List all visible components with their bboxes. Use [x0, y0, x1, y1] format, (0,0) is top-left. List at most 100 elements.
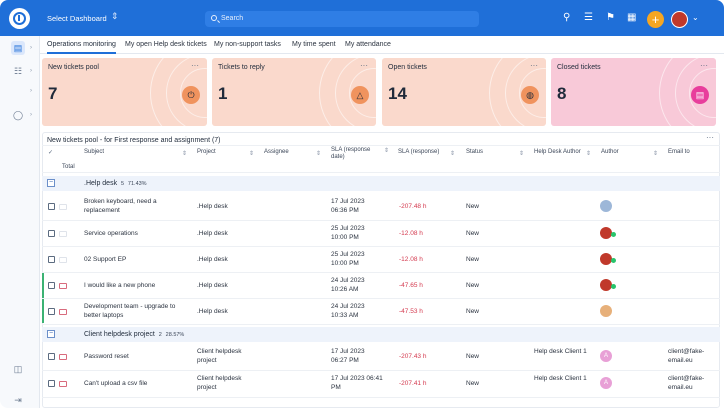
tab-my-time-spent[interactable]: My time spent [292, 41, 336, 48]
author-avatar[interactable] [600, 200, 612, 212]
sort-icon[interactable]: ⇕ [519, 150, 524, 157]
app-logo[interactable] [9, 8, 30, 29]
user-avatar[interactable] [671, 11, 688, 28]
group-row-help-desk[interactable]: − .Help desk 5 71.43% [42, 176, 720, 191]
table-row[interactable]: 02 Support EP .Help desk 25 Jul 2023 10:… [42, 247, 720, 272]
updown-chevron-icon[interactable]: ⇕ [111, 11, 119, 22]
table-row[interactable]: Service operations .Help desk 25 Jul 202… [42, 221, 720, 246]
card-title: Open tickets [388, 64, 427, 71]
cell-help-desk-author[interactable]: Help desk Client 1 [534, 347, 590, 356]
tab-my-non-support-tasks[interactable]: My non-support tasks [214, 41, 281, 48]
column-header-subject[interactable]: Subject [84, 149, 104, 155]
sort-icon[interactable]: ⇕ [316, 150, 321, 157]
cell-project[interactable]: .Help desk [197, 229, 228, 238]
card-closed-tickets[interactable]: Closed tickets ··· 8 ▤ [551, 58, 716, 126]
cell-subject[interactable]: Can't upload a csv file [84, 379, 147, 388]
sidebar-tasks-icon[interactable]: ☷ [11, 64, 25, 78]
more-icon[interactable]: ··· [191, 61, 199, 70]
flag-icon[interactable]: ⚑ [606, 12, 615, 24]
column-header-assignee[interactable]: Assignee [264, 149, 289, 155]
column-header-author[interactable]: Author [601, 149, 619, 155]
collapse-icon[interactable]: − [47, 330, 55, 338]
cell-project[interactable]: .Help desk [197, 307, 228, 316]
tab-my-attendance[interactable]: My attendance [345, 41, 391, 48]
collapse-icon[interactable]: − [47, 179, 55, 187]
card-open-tickets[interactable]: Open tickets ··· 14 ◍ [382, 58, 546, 126]
table-row[interactable]: Development team - upgrade to better lap… [42, 299, 720, 324]
row-checkbox[interactable] [48, 353, 55, 360]
card-new-tickets-pool[interactable]: New tickets pool ··· 7 ⏻ [42, 58, 207, 126]
author-avatar[interactable] [600, 305, 612, 317]
cell-subject[interactable]: Service operations [84, 229, 138, 238]
table-row[interactable]: Can't upload a csv file Client helpdesk … [42, 371, 720, 397]
chevron-down-icon[interactable]: ⌄ [692, 13, 699, 22]
row-checkbox[interactable] [48, 230, 55, 237]
tab-my-open-help-desk-tickets[interactable]: My open Help desk tickets [125, 41, 207, 48]
sidebar-panel-icon[interactable]: ◫ [11, 362, 25, 376]
table-row[interactable]: Password reset Client helpdesk project 1… [42, 344, 720, 370]
chevron-right-icon[interactable]: › [30, 45, 32, 51]
author-avatar[interactable]: A [600, 350, 612, 362]
dashboard-select[interactable]: Select Dashboard [47, 14, 107, 23]
column-header-help-desk-author[interactable]: Help Desk Author [534, 149, 581, 155]
cell-email-to[interactable]: client@fake-email.eu [668, 374, 720, 392]
online-status-icon [611, 284, 616, 289]
sidebar-chat-icon[interactable]: ◯ [11, 108, 25, 122]
author-avatar[interactable]: A [600, 377, 612, 389]
search-input[interactable]: Search [205, 11, 479, 27]
row-checkbox[interactable] [48, 380, 55, 387]
cell-project[interactable]: .Help desk [197, 281, 228, 290]
more-icon[interactable]: ··· [700, 61, 708, 70]
cell-subject[interactable]: Password reset [84, 352, 129, 361]
row-checkbox[interactable] [48, 308, 55, 315]
select-all-check-icon[interactable]: ✓ [48, 149, 53, 156]
column-header-project[interactable]: Project [197, 149, 216, 155]
group-percent: 71.43% [127, 181, 147, 187]
table-row[interactable]: I would like a new phone .Help desk 24 J… [42, 273, 720, 298]
cell-project[interactable]: .Help desk [197, 255, 228, 264]
calendar-icon[interactable]: ▦ [627, 12, 636, 24]
row-checkbox[interactable] [48, 256, 55, 263]
column-header-status[interactable]: Status [466, 149, 483, 155]
column-header-sla-response-date[interactable]: SLA (response date) [331, 147, 375, 161]
cell-subject[interactable]: I would like a new phone [84, 281, 155, 290]
column-header-sla-response[interactable]: SLA (response) [398, 149, 439, 155]
cell-project[interactable]: Client helpdesk project [197, 347, 257, 365]
card-tickets-to-reply[interactable]: Tickets to reply ··· 1 △ [212, 58, 376, 126]
mail-icon [59, 257, 67, 263]
mail-icon [59, 354, 67, 360]
column-header-email-to[interactable]: Email to [668, 149, 690, 155]
cell-project[interactable]: Client helpdesk project [197, 374, 257, 392]
cell-sla: -12.08 h [399, 256, 423, 263]
sort-icon[interactable]: ⇕ [249, 150, 254, 157]
sidebar-dashboard-icon[interactable]: ▤ [11, 41, 25, 55]
user-icon[interactable]: ⚲ [563, 12, 570, 24]
cell-subject[interactable]: 02 Support EP [84, 255, 126, 264]
sort-icon[interactable]: ⇕ [450, 150, 455, 157]
more-icon[interactable]: ··· [360, 61, 368, 70]
row-checkbox[interactable] [48, 282, 55, 289]
table-row[interactable]: Broken keyboard, need a replacement .Hel… [42, 193, 720, 220]
group-row-client-helpdesk-project[interactable]: − Client helpdesk project 2 28.57% [42, 327, 720, 342]
search-placeholder: Search [221, 15, 244, 22]
sort-icon[interactable]: ⇕ [182, 150, 187, 157]
cell-project[interactable]: .Help desk [197, 202, 228, 211]
tab-operations-monitoring[interactable]: Operations monitoring [47, 41, 116, 54]
more-icon[interactable]: ··· [706, 133, 714, 142]
sort-icon[interactable]: ⇕ [653, 150, 658, 157]
chevron-right-icon[interactable]: › [30, 88, 32, 94]
more-icon[interactable]: ··· [530, 61, 538, 70]
add-button[interactable]: + [647, 11, 664, 28]
cell-subject[interactable]: Broken keyboard, need a replacement [84, 197, 180, 215]
chevron-right-icon[interactable]: › [30, 112, 32, 118]
sort-icon[interactable]: ⇕ [586, 150, 591, 157]
sidebar-collapse-icon[interactable]: ⇥ [11, 393, 25, 407]
cell-email-to[interactable]: client@fake-email.eu [668, 347, 720, 365]
sort-icon[interactable]: ⇕ [384, 147, 389, 154]
row-checkbox[interactable] [48, 203, 55, 210]
cell-status: New [466, 230, 480, 237]
cell-help-desk-author[interactable]: Help desk Client 1 [534, 374, 590, 383]
filter-icon[interactable]: ☰ [584, 12, 593, 24]
cell-subject[interactable]: Development team - upgrade to better lap… [84, 302, 184, 320]
chevron-right-icon[interactable]: › [30, 68, 32, 74]
